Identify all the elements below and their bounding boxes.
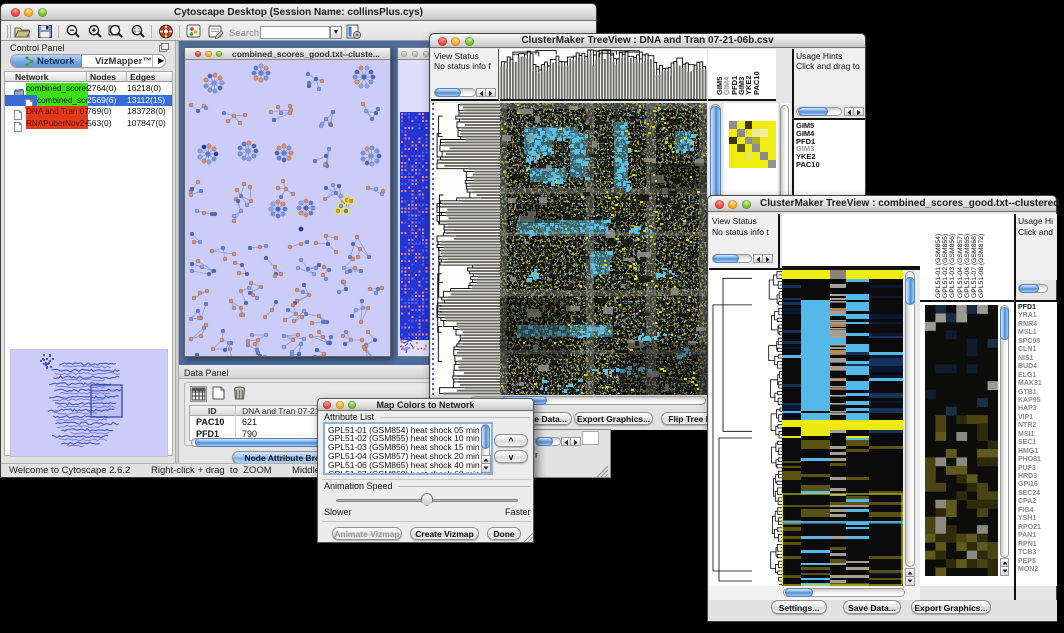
- svg-text:1:1: 1:1: [134, 28, 141, 34]
